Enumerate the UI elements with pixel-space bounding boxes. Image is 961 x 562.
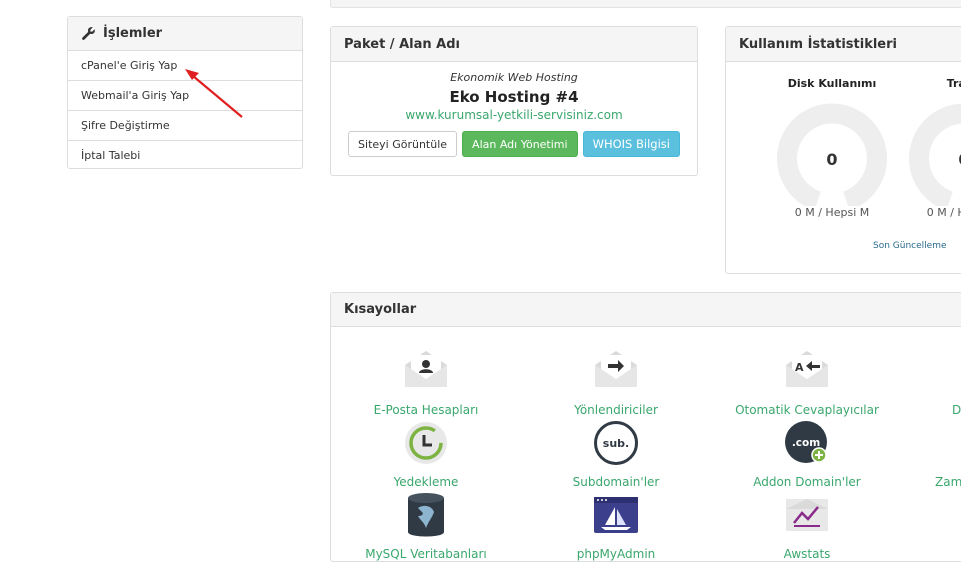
shortcut-phpmyadmin[interactable]: phpMyAdmin: [531, 493, 701, 561]
traffic-value: 0: [899, 150, 961, 169]
shortcut-autoresponders[interactable]: A Otomatik Cevaplayıcılar: [722, 347, 892, 417]
shortcut-subdomains[interactable]: sub. Subdomain'ler: [531, 421, 701, 489]
sidebar-item-webmail-login[interactable]: Webmail'a Giriş Yap: [68, 81, 302, 111]
svg-text:.com: .com: [792, 437, 820, 449]
last-update-link[interactable]: Son Güncelleme: [873, 241, 947, 251]
shortcut-email-accounts[interactable]: E-Posta Hesapları: [341, 347, 511, 417]
sidebar-item-cpanel-login[interactable]: cPanel'e Giriş Yap: [68, 51, 302, 81]
shortcut-label: Yönlendiriciler: [574, 403, 658, 417]
shortcut-backup[interactable]: Yedekleme: [341, 421, 511, 489]
traffic-detail: 0 M / Hepsi M: [926, 206, 961, 219]
shortcut-mysql[interactable]: MySQL Veritabanları: [341, 493, 511, 561]
top-bar: [330, 0, 961, 8]
disk-usage-gauge: Disk Kullanımı 0 0 M / Hepsi M: [767, 77, 897, 219]
actions-panel-header: İşlemler: [68, 17, 302, 51]
package-panel: Paket / Alan Adı Ekonomik Web Hosting Ek…: [330, 26, 698, 176]
phpmyadmin-icon: [594, 497, 638, 533]
view-site-button[interactable]: Siteyi Görüntüle: [348, 131, 458, 157]
email-accounts-icon: [405, 351, 447, 387]
traffic-gauge: Trafik 0 0 M / Hepsi M: [899, 77, 961, 219]
package-name: Eko Hosting #4: [449, 88, 579, 106]
shortcut-label: E-Posta Hesapları: [373, 403, 479, 417]
addon-domains-icon: .com: [785, 421, 827, 463]
domain-management-button[interactable]: Alan Adı Yönetimi: [462, 131, 578, 157]
awstats-icon: [786, 499, 828, 531]
shortcut-label: Zama: [935, 475, 961, 489]
autoresponders-icon: A: [786, 351, 828, 387]
shortcut-forwarders[interactable]: Yönlendiriciler: [531, 347, 701, 417]
svg-text:sub.: sub.: [603, 437, 629, 450]
disk-gauge-arc: [777, 103, 887, 206]
package-panel-title: Paket / Alan Adı: [331, 27, 697, 62]
sidebar-item-cancel-request[interactable]: İptal Talebi: [68, 141, 302, 171]
usage-stats-panel: Kullanım İstatistikleri Disk Kullanımı 0…: [725, 26, 961, 274]
shortcut-label: Yedekleme: [393, 475, 459, 489]
shortcut-label: Addon Domain'ler: [753, 475, 861, 489]
shortcut-default-address[interactable]: D: [881, 347, 961, 417]
shortcut-label: Subdomain'ler: [572, 475, 660, 489]
shortcut-label: Awstats: [783, 547, 831, 561]
package-type: Ekonomik Web Hosting: [450, 71, 578, 84]
shortcut-cron-jobs[interactable]: Zama: [881, 421, 961, 489]
whois-button[interactable]: WHOIS Bilgisi: [582, 131, 680, 157]
forwarders-icon: [595, 351, 637, 387]
shortcuts-panel: Kısayollar E-Posta Hesapları Yönlendiric…: [330, 292, 961, 562]
shortcut-label: MySQL Veritabanları: [365, 547, 487, 561]
shortcut-awstats[interactable]: Awstats: [722, 493, 892, 561]
actions-panel: İşlemler cPanel'e Giriş Yap Webmail'a Gi…: [67, 16, 303, 169]
subdomains-icon: sub.: [594, 421, 638, 465]
shortcuts-title: Kısayollar: [331, 293, 961, 327]
usage-stats-title: Kullanım İstatistikleri: [726, 27, 961, 62]
traffic-gauge-arc: [909, 103, 961, 206]
wrench-icon: [82, 27, 95, 40]
mysql-icon: [408, 493, 444, 537]
sidebar-item-change-password[interactable]: Şifre Değiştirme: [68, 111, 302, 141]
shortcut-label: phpMyAdmin: [576, 547, 656, 561]
backup-icon: [405, 422, 447, 464]
disk-usage-detail: 0 M / Hepsi M: [794, 206, 870, 219]
actions-panel-title: İşlemler: [103, 26, 163, 41]
traffic-title: Trafik: [946, 77, 961, 90]
shortcut-label: Otomatik Cevaplayıcılar: [735, 403, 879, 417]
shortcut-label: D: [952, 403, 961, 417]
shortcut-addon-domains[interactable]: .com Addon Domain'ler: [722, 421, 892, 489]
package-domain-link[interactable]: www.kurumsal-yetkili-servisiniz.com: [331, 108, 697, 126]
disk-usage-value: 0: [826, 150, 838, 169]
svg-text:A: A: [795, 361, 804, 374]
disk-usage-title: Disk Kullanımı: [787, 77, 877, 90]
